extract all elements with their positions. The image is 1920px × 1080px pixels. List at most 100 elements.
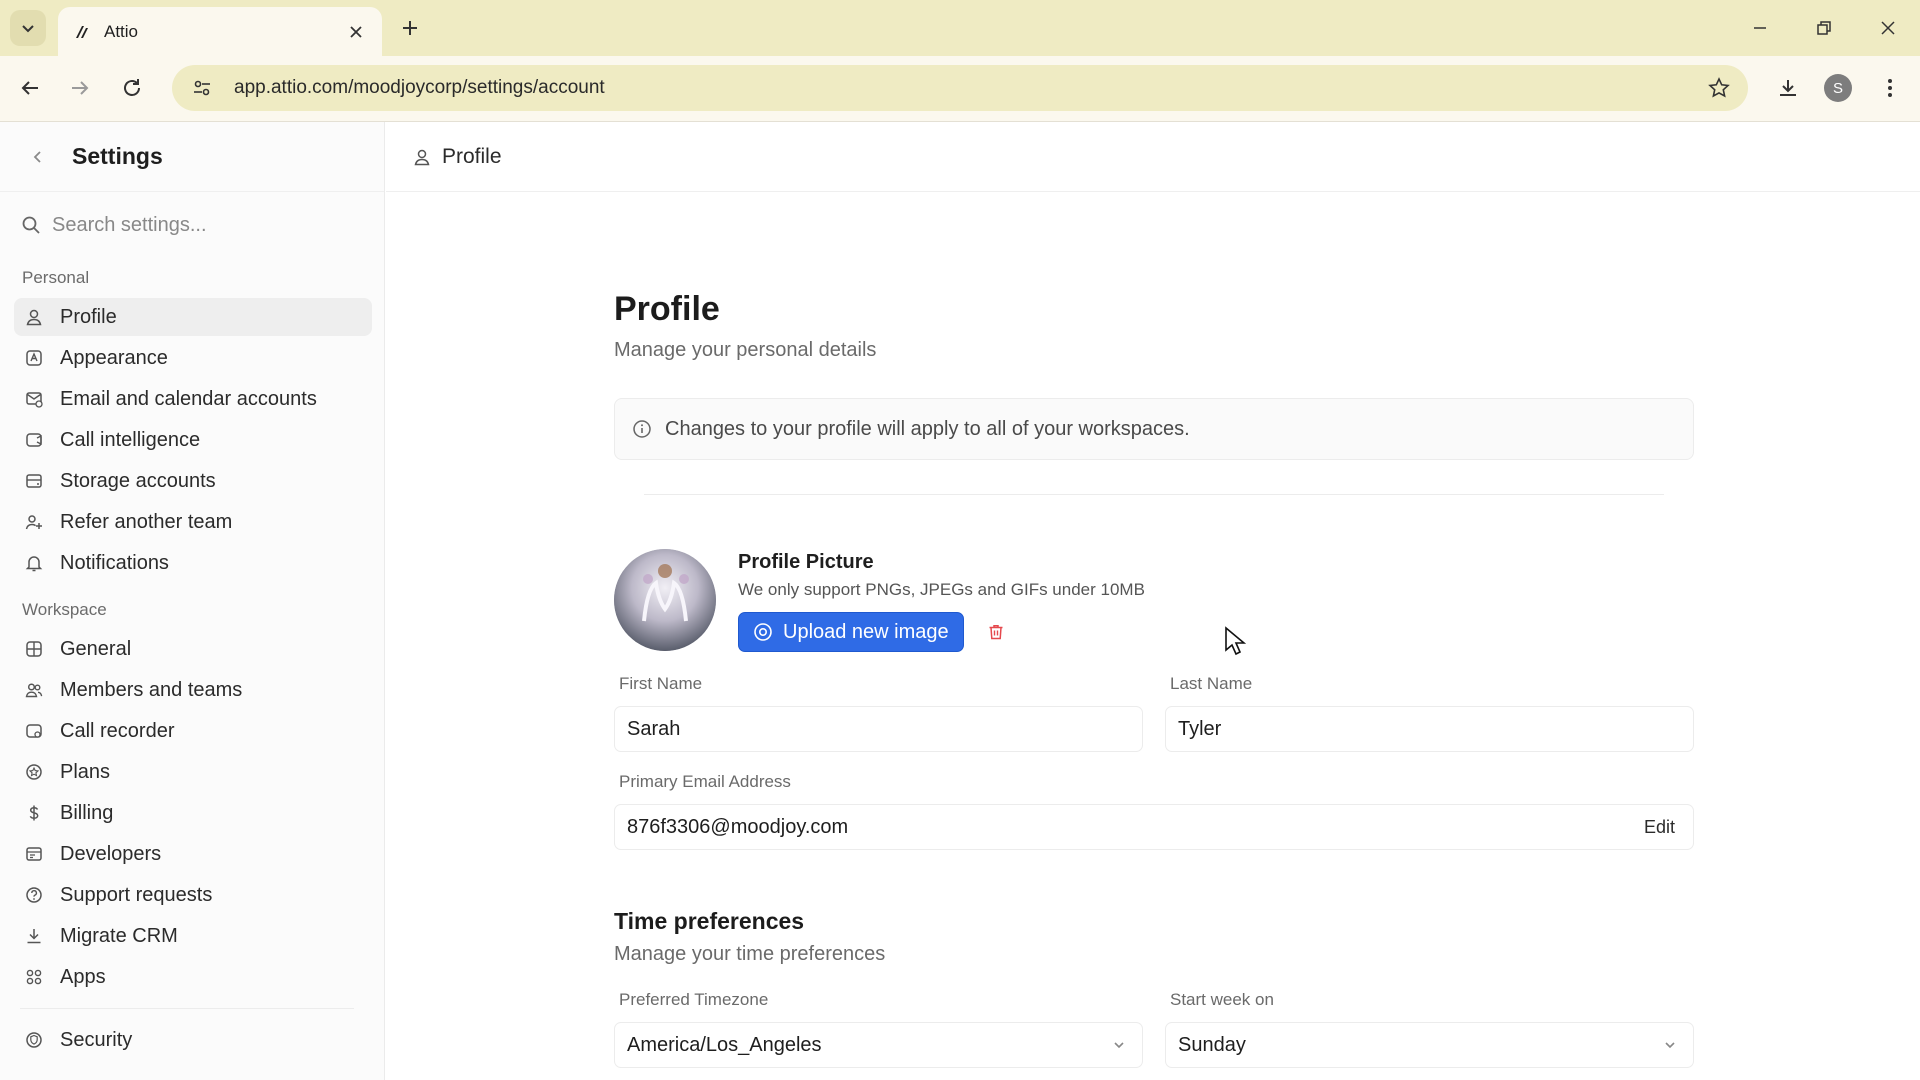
name-fields: First Name Sarah Last Name Tyler	[614, 674, 1694, 752]
browser-tab-attio[interactable]: Attio	[58, 7, 382, 56]
sidebar-item-label: Profile	[60, 305, 117, 328]
sidebar-item-label: Migrate CRM	[60, 924, 178, 947]
profile-form: Profile Manage your personal details Cha…	[614, 192, 1694, 1068]
sidebar-item-appearance[interactable]: Appearance	[14, 339, 372, 377]
last-name-group: Last Name Tyler	[1165, 674, 1694, 752]
minimize-icon	[1754, 27, 1766, 29]
sidebar-item-label: Email and calendar accounts	[60, 387, 317, 410]
search-input[interactable]	[52, 213, 352, 237]
sidebar-item-label: Plans	[60, 760, 111, 783]
sidebar-item-security[interactable]: Security	[14, 1021, 372, 1059]
chevron-down-icon	[1110, 1036, 1128, 1054]
sidebar-item-call-recorder[interactable]: Call recorder	[14, 712, 372, 750]
tab-search-button[interactable]	[10, 10, 46, 46]
edit-email-button[interactable]: Edit	[1644, 817, 1675, 838]
sidebar-item-email-calendar[interactable]: Email and calendar accounts	[14, 380, 372, 418]
search-box[interactable]	[20, 204, 370, 246]
sidebar-item-label: Billing	[60, 801, 114, 824]
restore-icon	[1817, 21, 1831, 35]
profile-picture-actions: Upload new image	[738, 612, 1145, 652]
appearance-icon	[24, 348, 44, 368]
sidebar-item-apps[interactable]: Apps	[14, 958, 372, 996]
first-name-field[interactable]: Sarah	[614, 706, 1143, 752]
close-icon	[1881, 21, 1895, 35]
sidebar-item-profile[interactable]: Profile	[14, 298, 372, 336]
section-heading-personal: Personal	[22, 268, 90, 287]
new-tab-button[interactable]	[396, 14, 424, 42]
help-icon	[24, 885, 44, 905]
chevron-down-icon	[22, 25, 34, 33]
upload-image-label: Upload new image	[783, 620, 949, 643]
attio-logo-icon	[72, 21, 94, 43]
apps-icon	[24, 967, 44, 987]
sidebar-item-plans[interactable]: Plans	[14, 753, 372, 791]
sidebar-item-label: Call intelligence	[60, 428, 201, 451]
minimize-button[interactable]	[1746, 14, 1774, 42]
bookmark-star-icon[interactable]	[1704, 73, 1734, 103]
mouse-cursor-icon	[1225, 626, 1246, 656]
sidebar-item-developers[interactable]: Developers	[14, 835, 372, 873]
url-text[interactable]: app.attio.com/moodjoycorp/settings/accou…	[234, 77, 1704, 99]
search-icon	[20, 214, 42, 236]
restore-button[interactable]	[1810, 14, 1838, 42]
sidebar-item-storage[interactable]: Storage accounts	[14, 462, 372, 500]
chevron-left-icon[interactable]	[28, 147, 48, 167]
monogram-logo-icon	[614, 549, 716, 651]
avatar: S	[1824, 74, 1852, 102]
profile-button[interactable]: S	[1822, 72, 1854, 104]
sidebar-item-general[interactable]: General	[14, 630, 372, 668]
call-intelligence-icon	[24, 430, 44, 450]
profile-picture-info: Profile Picture We only support PNGs, JP…	[738, 551, 1145, 652]
close-window-button[interactable]	[1874, 14, 1902, 42]
sidebar-item-label: Support requests	[60, 883, 213, 906]
time-preferences-subtitle: Manage your time preferences	[614, 943, 886, 965]
sidebar-item-migrate-crm[interactable]: Migrate CRM	[14, 917, 372, 955]
profile-avatar[interactable]	[614, 549, 716, 651]
plans-icon	[24, 762, 44, 782]
last-name-field[interactable]: Tyler	[1165, 706, 1694, 752]
downloads-button[interactable]	[1772, 72, 1804, 104]
timezone-select[interactable]: America/Los_Angeles	[614, 1022, 1143, 1068]
email-row: Primary Email Address 876f3306@moodjoy.c…	[614, 772, 1694, 850]
page-subtitle: Manage your personal details	[614, 339, 877, 361]
page-title: Profile	[614, 290, 720, 328]
info-text: Changes to your profile will apply to al…	[665, 417, 1190, 440]
timezone-label: Preferred Timezone	[619, 990, 769, 1009]
sidebar-header: Settings	[0, 122, 384, 192]
chevron-down-icon	[1661, 1036, 1679, 1054]
sidebar-item-notifications[interactable]: Notifications	[14, 544, 372, 582]
camera-icon	[753, 622, 773, 642]
first-name-label: First Name	[619, 674, 703, 693]
user-icon	[24, 307, 44, 327]
address-bar[interactable]: app.attio.com/moodjoycorp/settings/accou…	[172, 65, 1748, 111]
reload-button[interactable]	[116, 72, 148, 104]
email-group: Primary Email Address 876f3306@moodjoy.c…	[614, 772, 1694, 850]
sidebar-item-label: Apps	[60, 965, 106, 988]
first-name-group: First Name Sarah	[614, 674, 1143, 752]
settings-sidebar: Settings Personal Profile Appearance Ema…	[0, 122, 385, 1080]
sidebar-item-refer[interactable]: Refer another team	[14, 503, 372, 541]
shield-icon	[24, 1030, 44, 1050]
close-tab-icon[interactable]	[344, 20, 368, 44]
sidebar-item-billing[interactable]: Billing	[14, 794, 372, 832]
grid-icon	[24, 639, 44, 659]
site-info-icon[interactable]	[190, 76, 214, 100]
profile-picture-section: Profile Picture We only support PNGs, JP…	[614, 549, 1694, 652]
browser-menu-button[interactable]	[1874, 72, 1906, 104]
start-week-value: Sunday	[1178, 1033, 1246, 1056]
sidebar-item-members[interactable]: Members and teams	[14, 671, 372, 709]
sidebar-item-support[interactable]: Support requests	[14, 876, 372, 914]
download-icon	[24, 926, 44, 946]
delete-image-button[interactable]	[978, 614, 1014, 650]
info-banner: Changes to your profile will apply to al…	[614, 398, 1694, 460]
back-button[interactable]	[14, 72, 46, 104]
email-field: 876f3306@moodjoy.com Edit	[614, 804, 1694, 850]
sidebar-item-call-intelligence[interactable]: Call intelligence	[14, 421, 372, 459]
start-week-select[interactable]: Sunday	[1165, 1022, 1694, 1068]
first-name-value: Sarah	[627, 717, 681, 740]
browser-toolbar: app.attio.com/moodjoycorp/settings/accou…	[0, 56, 1920, 122]
forward-button[interactable]	[64, 72, 96, 104]
storage-icon	[24, 471, 44, 491]
upload-image-button[interactable]: Upload new image	[738, 612, 964, 652]
timezone-group: Preferred Timezone America/Los_Angeles	[614, 990, 1143, 1068]
